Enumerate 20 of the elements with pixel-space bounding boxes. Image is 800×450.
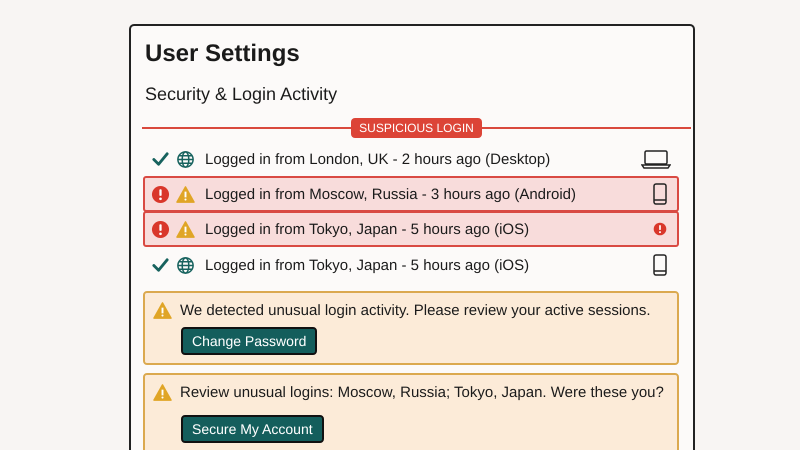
login-text: Logged in from Tokyo, Japan - 5 hours ago (iOS) xyxy=(205,220,530,238)
phone-icon xyxy=(653,183,667,205)
action-button[interactable]: Secure My Account xyxy=(181,415,324,443)
login-text: Logged in from Tokyo, Japan - 5 hours ago (iOS) xyxy=(205,256,530,274)
action-button[interactable]: Change Password xyxy=(181,327,318,355)
globe-icon xyxy=(176,150,195,168)
warning-icon xyxy=(153,301,172,320)
laptop-icon xyxy=(641,148,671,170)
login-text: Logged in from Moscow, Russia - 3 hours ago (Android) xyxy=(205,186,578,202)
alert-message: We detected unusual login activity. Please review your active sessions. xyxy=(180,302,651,319)
phone-icon xyxy=(653,254,667,276)
warning-icon xyxy=(176,220,195,238)
warning-icon xyxy=(176,184,195,204)
page-title: User Settings xyxy=(145,40,301,68)
login-text: Logged in from London, UK - 2 hours ago (Desktop) xyxy=(205,150,552,168)
warning-icon xyxy=(153,383,172,402)
section-title: Security & Login Activity xyxy=(145,84,338,105)
alert-message: Review unusual logins: Moscow, Russia; Tokyo, Japan. Were these you? xyxy=(180,384,664,401)
suspicious-badge: SUSPICIOUS LOGIN xyxy=(351,118,482,138)
globe-icon xyxy=(176,256,195,274)
